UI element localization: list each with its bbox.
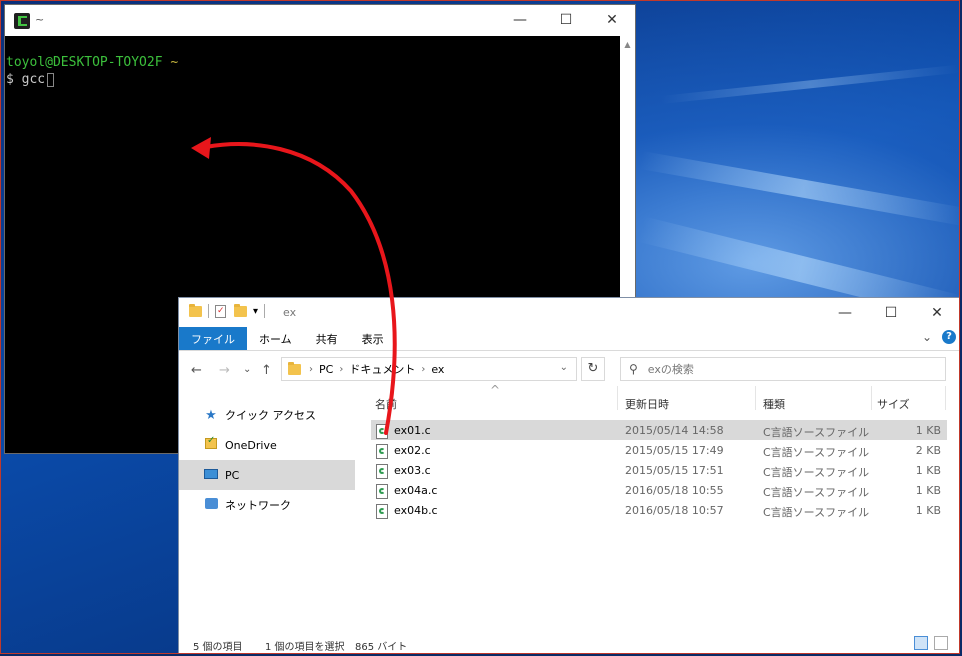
- screenshot-frame: ~ — ☐ ✕ toyol@DESKTOP-TOYO2F ~ $ gcc ▲ ✓…: [0, 0, 960, 654]
- annotation-arrow-curve: [204, 142, 397, 435]
- annotation-arrowhead: [191, 137, 211, 159]
- annotation-arrow: [191, 137, 397, 435]
